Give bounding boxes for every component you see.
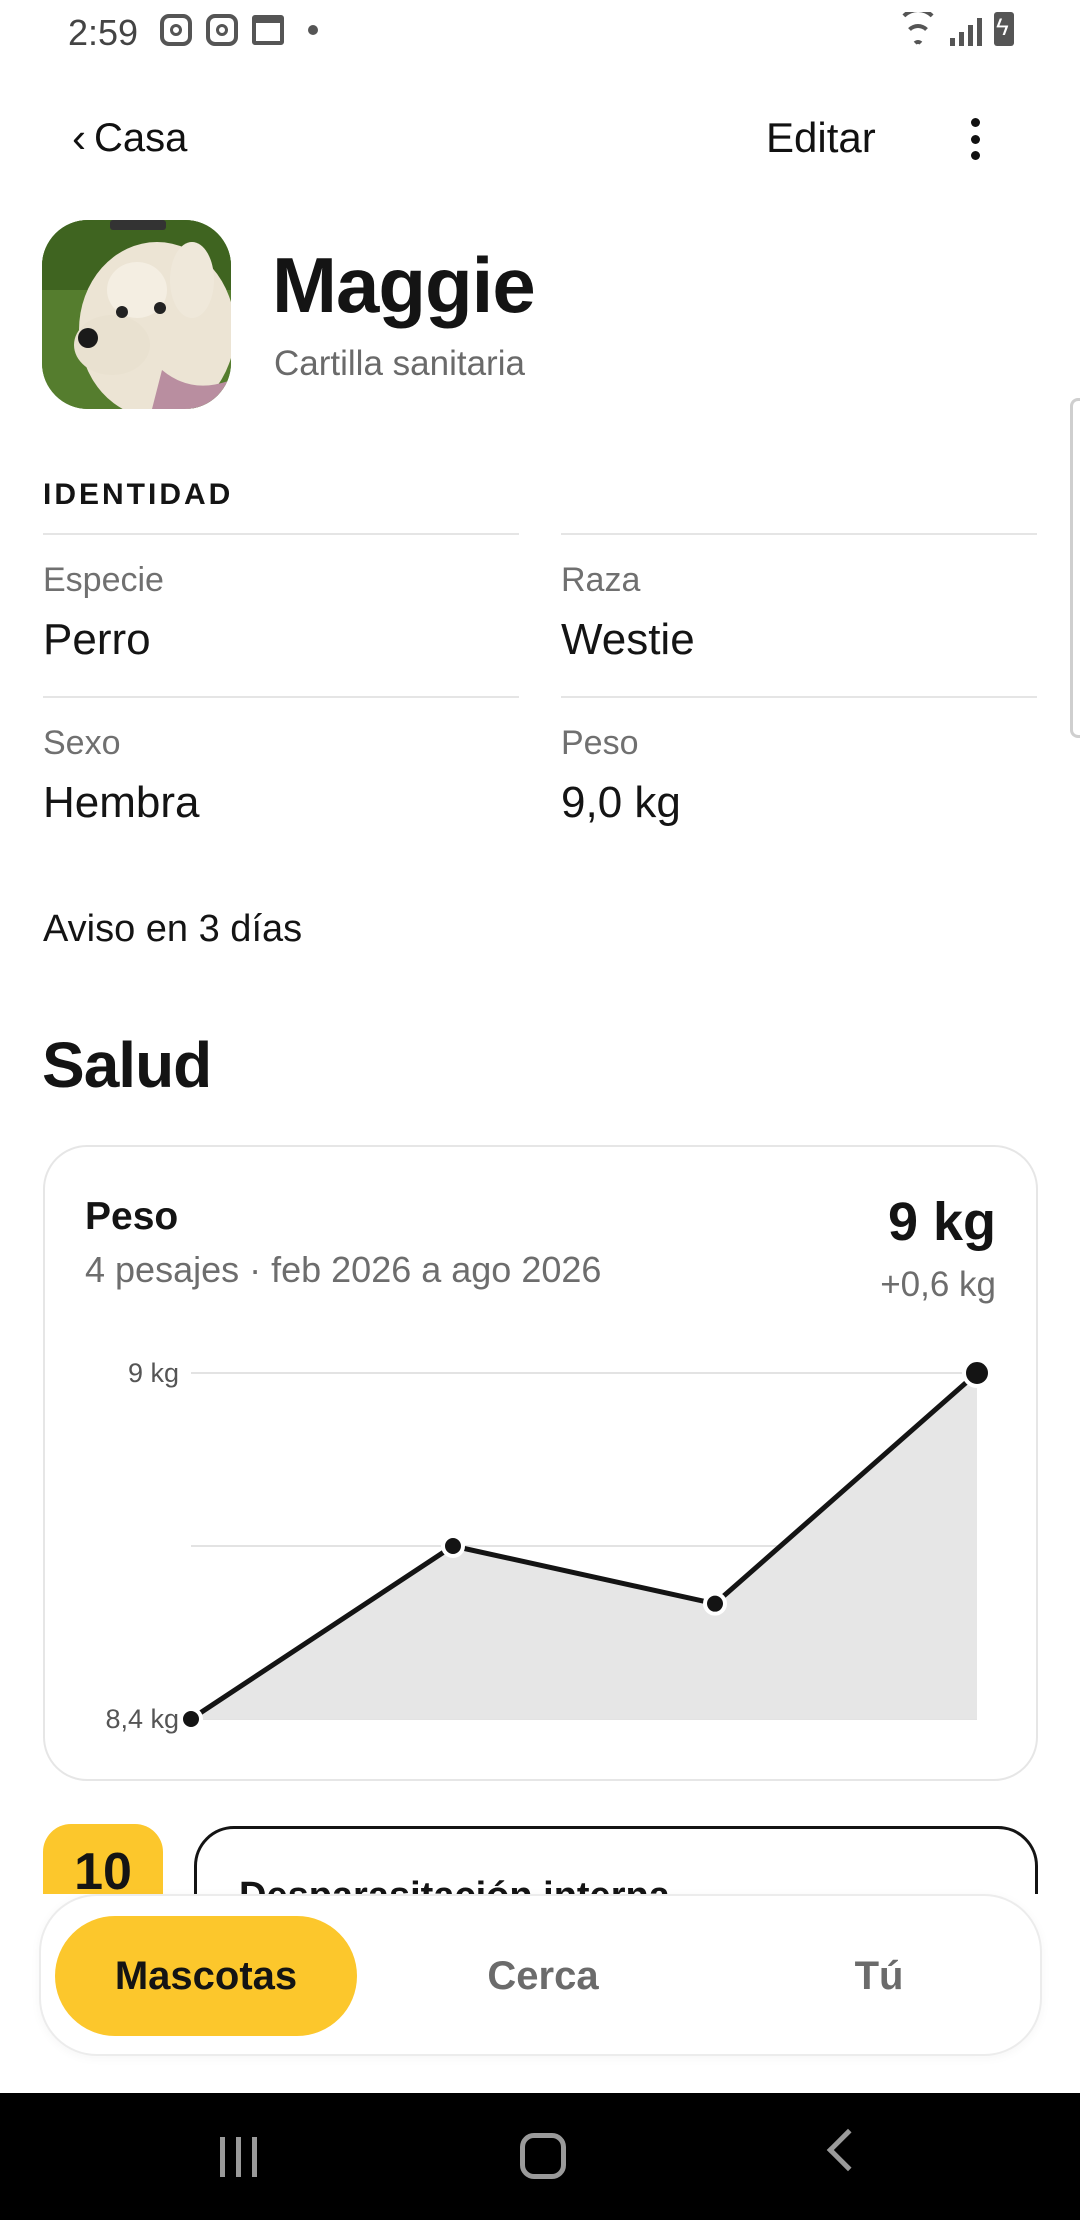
system-navigation-bar — [0, 2093, 1080, 2220]
edit-button[interactable]: Editar — [766, 114, 876, 162]
pet-avatar[interactable] — [42, 220, 231, 409]
signal-icon — [950, 14, 982, 46]
more-vertical-icon[interactable] — [960, 114, 990, 164]
chart-point — [441, 1534, 465, 1558]
weight-card-subtitle: 4 pesajes · feb 2026 a ago 2026 — [85, 1249, 602, 1290]
top-app-bar: ‹ Casa Editar — [0, 100, 1080, 180]
upcoming-event-row[interactable]: 10 Desparasitación interna — [0, 1824, 1080, 1894]
reminder-notice: Aviso en 3 días — [43, 908, 303, 950]
chevron-left-icon: ‹ — [72, 114, 86, 161]
nav-tab-tu[interactable]: Tú — [729, 1916, 1029, 2036]
weight-delta: +0,6 kg — [880, 1265, 996, 1304]
dot-icon — [308, 25, 318, 35]
back-icon[interactable] — [826, 2128, 870, 2172]
chart-point — [962, 1358, 992, 1388]
field-breed: Raza Westie — [561, 533, 1037, 696]
field-sex: Sexo Hembra — [43, 696, 519, 859]
field-weight: Peso 9,0 kg — [561, 696, 1037, 859]
pet-name: Maggie — [272, 241, 536, 329]
wifi-icon — [898, 12, 938, 46]
bottom-navigation: Mascotas Cerca Tú — [39, 1894, 1042, 2056]
calendar-icon — [252, 15, 284, 45]
weight-card-title: Peso — [85, 1195, 179, 1238]
status-bar: 2:59 — [0, 0, 1080, 66]
instagram-icon — [160, 14, 192, 46]
notification-icons — [160, 14, 318, 46]
nav-tab-mascotas[interactable]: Mascotas — [55, 1916, 357, 2036]
field-label: Raza — [561, 561, 641, 599]
chart-point — [703, 1591, 727, 1616]
field-label: Especie — [43, 561, 164, 599]
event-title: Desparasitación interna — [239, 1875, 670, 1894]
back-button-label: Casa — [94, 115, 188, 160]
event-date-badge: 10 — [43, 1824, 163, 1894]
back-button[interactable]: ‹ Casa — [72, 114, 187, 162]
identity-section-label: IDENTIDAD — [43, 478, 234, 511]
health-section-title: Salud — [42, 1029, 212, 1101]
chart-y-tick-label: 9 kg — [128, 1358, 179, 1388]
weight-current-value: 9 kg — [887, 1192, 996, 1252]
nav-tab-cerca[interactable]: Cerca — [393, 1916, 693, 2036]
home-icon[interactable] — [520, 2133, 566, 2179]
event-card[interactable]: Desparasitación interna — [194, 1826, 1038, 1894]
event-day: 10 — [74, 1843, 132, 1894]
battery-charging-icon — [994, 12, 1014, 46]
field-species: Especie Perro — [43, 533, 519, 696]
field-value: Hembra — [43, 778, 200, 827]
field-value: Westie — [561, 615, 695, 664]
scrollbar[interactable] — [1070, 398, 1080, 738]
recents-icon[interactable] — [220, 2137, 257, 2177]
field-label: Peso — [561, 724, 639, 762]
pet-subtitle: Cartilla sanitaria — [274, 344, 525, 383]
system-icons — [898, 12, 1014, 46]
field-value: 9,0 kg — [561, 778, 681, 827]
chart-y-tick-label: 8,4 kg — [105, 1704, 179, 1734]
chart-point — [179, 1707, 203, 1731]
instagram-icon — [206, 14, 238, 46]
field-label: Sexo — [43, 724, 121, 762]
weight-chart-card[interactable]: 9 kg 8,4 kg Peso 4 pesajes · feb 2026 a a… — [43, 1145, 1038, 1781]
dog-photo-icon — [42, 220, 231, 409]
status-time: 2:59 — [68, 12, 139, 53]
field-value: Perro — [43, 615, 151, 664]
